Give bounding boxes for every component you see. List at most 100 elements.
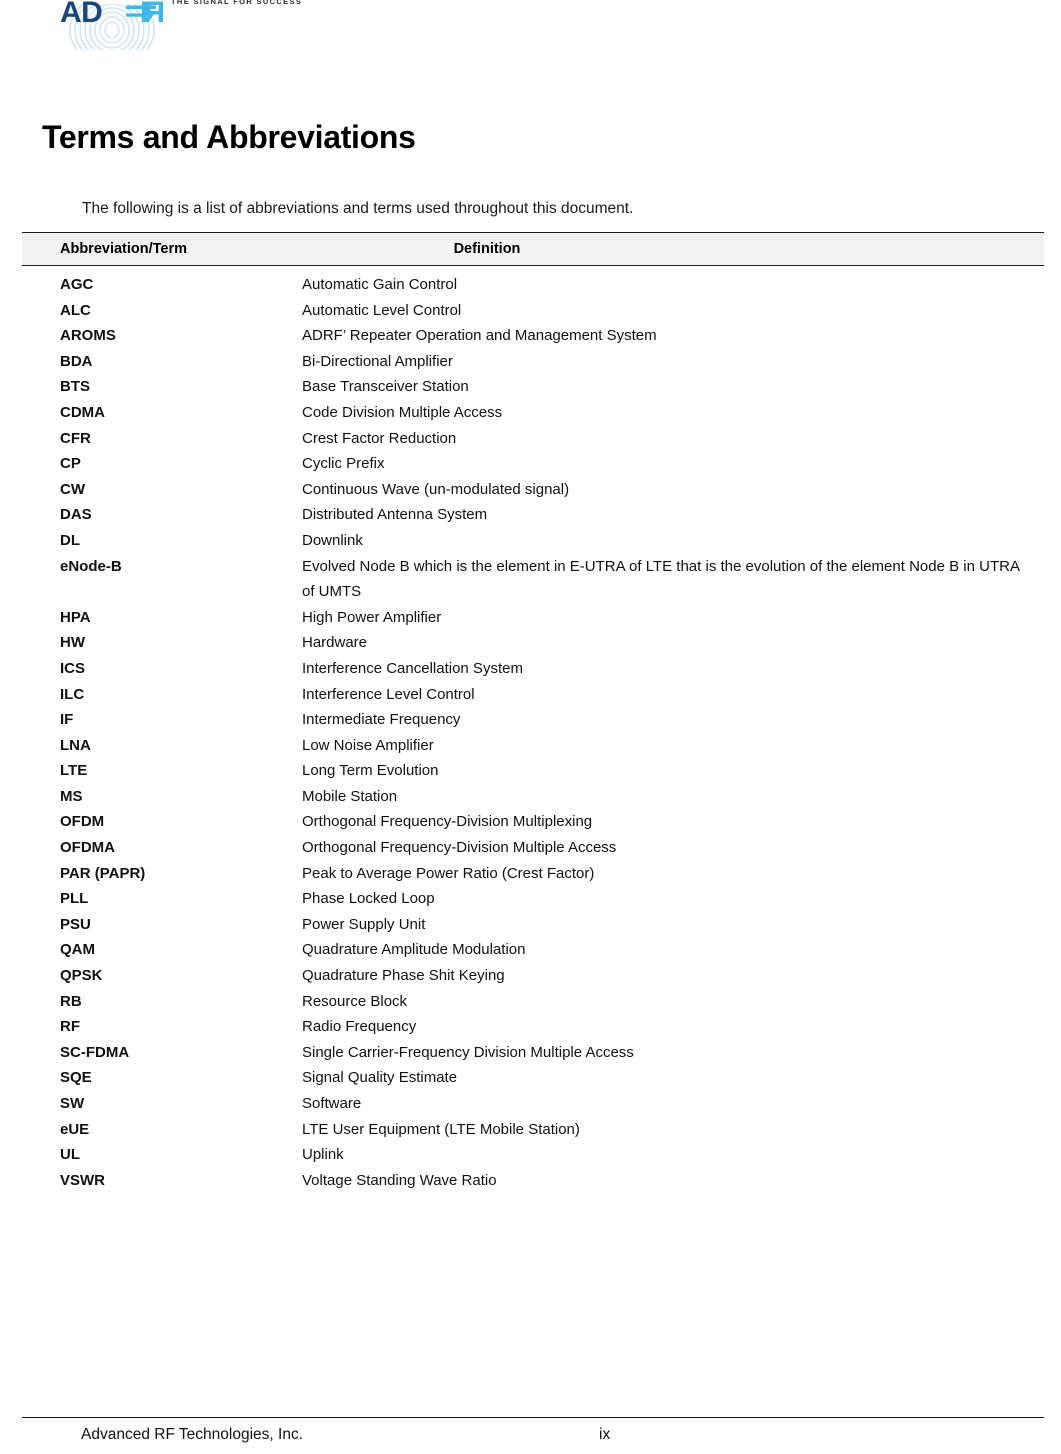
table-row: OFDM Orthogonal Frequency-Division Multip… — [22, 809, 1044, 835]
table-row: BTS Base Transceiver Station — [22, 374, 1044, 400]
table-row: LTE Long Term Evolution — [22, 758, 1044, 784]
table-header: Abbreviation/Term Definition — [22, 232, 1044, 266]
cell-abbreviation: UL — [60, 1146, 80, 1164]
table-row: CW Continuous Wave (un-modulated signal) — [22, 477, 1044, 503]
svg-text:AD: AD — [60, 0, 102, 29]
cell-definition: Interference Cancellation System — [302, 659, 523, 677]
cell-definition: Quadrature Amplitude Modulation — [302, 941, 526, 959]
cell-definition: Interference Level Control — [302, 685, 475, 703]
table-row: QPSK Quadrature Phase Shit Keying — [22, 963, 1044, 989]
table-header-row: Abbreviation/Term Definition — [22, 232, 1044, 266]
table-row: CP Cyclic Prefix — [22, 451, 1044, 477]
table-row: SW Software — [22, 1091, 1044, 1117]
cell-abbreviation: CP — [60, 455, 81, 473]
cell-abbreviation: BDA — [60, 352, 93, 370]
cell-definition: Bi-Directional Amplifier — [302, 352, 453, 370]
cell-abbreviation: CFR — [60, 429, 91, 447]
cell-abbreviation: PLL — [60, 890, 89, 908]
page-title: Terms and Abbreviations — [42, 119, 416, 156]
cell-definition: Hardware — [302, 634, 368, 652]
column-header-definition: Definition — [302, 232, 1044, 266]
cell-definition: Code Division Multiple Access — [302, 403, 503, 421]
cell-abbreviation: PAR (PAPR) — [60, 864, 146, 882]
cell-definition: Continuous Wave (un-modulated signal) — [302, 480, 570, 498]
table-row: CFR Crest Factor Reduction — [22, 426, 1044, 452]
cell-abbreviation: eNode-B — [60, 557, 122, 575]
table-row: LNA Low Noise Amplifier — [22, 733, 1044, 759]
cell-abbreviation: ICS — [60, 659, 86, 677]
cell-definition: Crest Factor Reduction — [302, 429, 457, 447]
cell-abbreviation: IF — [60, 711, 74, 729]
table-row: SC-FDMA Single Carrier-Frequency Division… — [22, 1040, 1044, 1066]
table-row: PLL Phase Locked Loop — [22, 886, 1044, 912]
cell-abbreviation: RB — [60, 992, 82, 1010]
cell-abbreviation: BTS — [60, 378, 90, 396]
table-row: DL Downlink — [22, 528, 1044, 554]
cell-definition: Orthogonal Frequency-Division Multiple A… — [302, 839, 617, 857]
cell-definition: ADRF’ Repeater Operation and Management … — [302, 327, 657, 345]
cell-definition: Peak to Average Power Ratio (Crest Facto… — [302, 864, 595, 882]
cell-definition: Cyclic Prefix — [302, 455, 385, 473]
cell-abbreviation: ALC — [60, 301, 91, 319]
abbreviations-table: Abbreviation/Term Definition AGC Automati… — [22, 232, 1044, 1193]
cell-abbreviation: SW — [60, 1095, 85, 1112]
cell-definition: Resource Block — [302, 992, 408, 1010]
cell-abbreviation: MS — [60, 787, 83, 805]
cell-abbreviation: AROMS — [60, 327, 116, 345]
cell-definition: Single Carrier-Frequency Division Multip… — [302, 1043, 634, 1061]
table-row: ICS Interference Cancellation System — [22, 656, 1044, 682]
table-row: QAM Quadrature Amplitude Modulation — [22, 937, 1044, 963]
table-row: PAR (PAPR) Peak to Average Power Ratio (C… — [22, 861, 1044, 887]
cell-definition: Intermediate Frequency — [302, 711, 461, 729]
adrf-logo-icon: AD R F — [60, 0, 290, 50]
cell-abbreviation: HPA — [60, 608, 91, 626]
cell-definition: Distributed Antenna System — [302, 506, 488, 524]
cell-abbreviation: DL — [60, 531, 80, 549]
cell-definition: Voltage Standing Wave Ratio — [302, 1171, 497, 1189]
cell-abbreviation: OFDMA — [60, 839, 115, 857]
table-row: AROMS ADRF’ Repeater Operation and Manage… — [22, 323, 1044, 349]
adrf-logo: AD R F THE SIGNAL FOR SUCCESS — [60, 0, 301, 50]
table-row: ALC Automatic Level Control — [22, 298, 1044, 324]
cell-definition: Radio Frequency — [302, 1018, 417, 1036]
table-row: DAS Distributed Antenna System — [22, 502, 1044, 528]
cell-abbreviation: QPSK — [60, 967, 103, 985]
table-row: eUE LTE User Equipment (LTE Mobile Statio… — [22, 1117, 1044, 1143]
table-row: VSWR Voltage Standing Wave Ratio — [22, 1168, 1044, 1194]
footer-page-number: ix — [599, 1426, 611, 1443]
table-row: OFDMA Orthogonal Frequency-Division Multi… — [22, 835, 1044, 861]
table-row: IF Intermediate Frequency — [22, 707, 1044, 733]
table-row: CDMA Code Division Multiple Access — [22, 400, 1044, 426]
page-footer: Advanced RF Technologies, Inc. ix — [22, 1417, 1044, 1454]
cell-definition: Orthogonal Frequency-Division Multiplexi… — [302, 813, 593, 831]
cell-definition: Automatic Gain Control — [302, 276, 458, 293]
table-row: RB Resource Block — [22, 989, 1044, 1015]
cell-definition: Low Noise Amplifier — [302, 736, 434, 754]
table-row: ILC Interference Level Control — [22, 682, 1044, 708]
cell-abbreviation: PSU — [60, 915, 91, 933]
cell-abbreviation: RF — [60, 1018, 80, 1036]
cell-definition: Phase Locked Loop — [302, 890, 435, 908]
table-row: UL Uplink — [22, 1142, 1044, 1168]
cell-abbreviation: DAS — [60, 506, 92, 524]
cell-abbreviation: LTE — [60, 762, 88, 780]
cell-abbreviation: SQE — [60, 1069, 92, 1087]
intro-paragraph: The following is a list of abbreviations… — [82, 199, 634, 217]
cell-abbreviation: CDMA — [60, 403, 105, 421]
cell-abbreviation: CW — [60, 480, 85, 498]
page-header: AD R F THE SIGNAL FOR SUCCESS — [0, 0, 1061, 72]
cell-definition: Evolved Node B which is the element in E… — [302, 557, 1020, 601]
cell-definition: Uplink — [302, 1146, 344, 1164]
table-row: PSU Power Supply Unit — [22, 912, 1044, 938]
column-header-abbreviation: Abbreviation/Term — [22, 232, 302, 266]
cell-abbreviation: VSWR — [60, 1171, 105, 1189]
cell-definition: Quadrature Phase Shit Keying — [302, 967, 505, 985]
cell-definition: Software — [302, 1095, 362, 1112]
cell-definition: Power Supply Unit — [302, 915, 426, 933]
table-row: AGC Automatic Gain Control — [22, 266, 1044, 298]
table-body: AGC Automatic Gain Control ALC Automatic Le… — [22, 266, 1044, 1194]
cell-definition: Base Transceiver Station — [302, 378, 469, 396]
cell-abbreviation: ILC — [60, 685, 85, 703]
cell-abbreviation: HW — [60, 634, 85, 652]
table-row: SQE Signal Quality Estimate — [22, 1065, 1044, 1091]
